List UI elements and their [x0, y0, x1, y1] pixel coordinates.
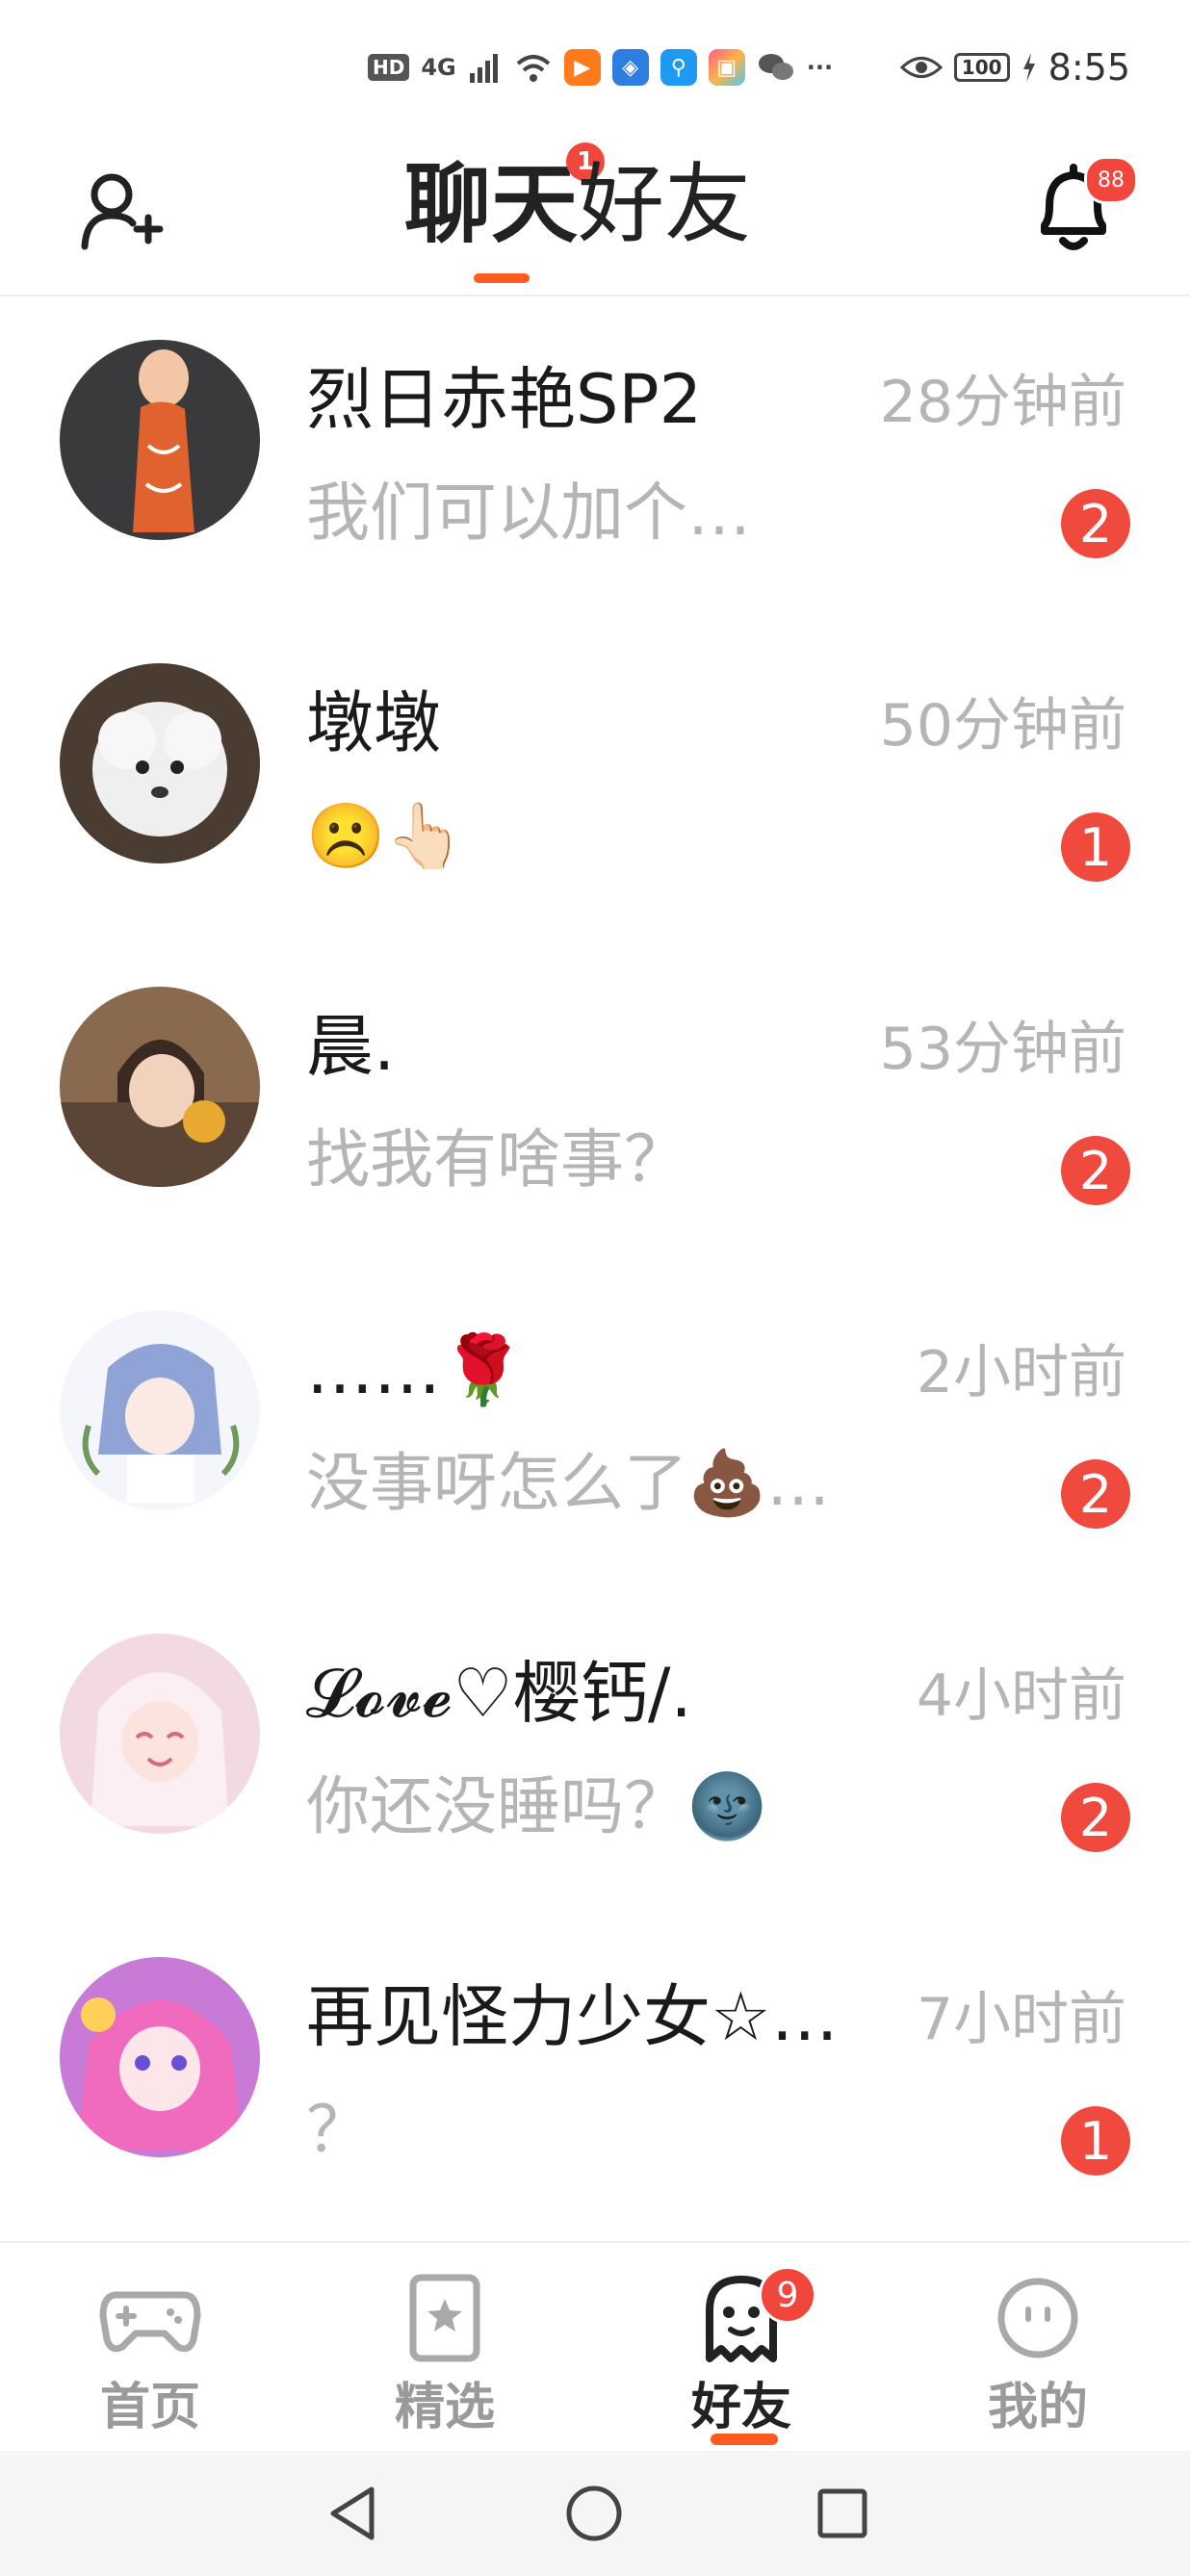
contact-name: 烈日赤艳SP2	[306, 360, 703, 439]
avatar[interactable]	[60, 663, 260, 863]
message-time: 2小时前	[916, 1339, 1126, 1406]
top-header: 聊天 1 好友 88	[0, 135, 1190, 296]
more-notifications: ···	[806, 54, 834, 81]
nav-featured[interactable]: 精选	[368, 2272, 522, 2438]
browser-app-icon: ◈	[611, 49, 649, 86]
message-time: 50分钟前	[879, 692, 1126, 760]
search-app-icon: ⚲	[660, 49, 697, 86]
contact-name: 再见怪力少女☆…	[306, 1977, 839, 2056]
unread-badge: 2	[1061, 1136, 1130, 1205]
clock: 8:55	[1048, 46, 1130, 89]
message-time: 53分钟前	[879, 1016, 1126, 1083]
status-icons-right: 100 8:55	[899, 42, 1130, 92]
last-message: ？	[306, 2093, 370, 2167]
avatar[interactable]	[60, 1310, 260, 1510]
last-message: 没事呀怎么了💩…	[306, 1446, 831, 1520]
nav-featured-label: 精选	[394, 2379, 495, 2436]
gamepad-icon	[99, 2291, 201, 2353]
wifi-icon	[516, 55, 551, 82]
video-app-icon: ▶	[563, 49, 601, 86]
chat-row[interactable]: 𝓛𝓸𝓿𝓮♡樱钙/. 4小时前 你还没睡吗？🌚 2	[0, 1590, 1190, 1914]
contact-name: 𝓛𝓸𝓿𝓮♡樱钙/.	[306, 1654, 692, 1733]
signal-bars-icon	[469, 54, 498, 83]
last-message: ☹️👆🏻	[306, 799, 465, 873]
contact-name: 墩墩	[306, 683, 441, 762]
last-message: 我们可以加个…	[306, 476, 751, 550]
unread-badge: 1	[1061, 2106, 1130, 2176]
active-nav-indicator	[711, 2434, 778, 2445]
unread-badge: 2	[1061, 489, 1130, 558]
friends-badge: 9	[759, 2266, 816, 2324]
last-message: 找我有啥事？	[306, 1122, 687, 1197]
battery-level: 100	[953, 53, 1010, 82]
status-icons-left: HD 4G ▶ ◈ ⚲ ▣ ···	[368, 46, 833, 89]
status-bar: HD 4G ▶ ◈ ⚲ ▣ ··· 100 8:55	[0, 0, 1190, 135]
bottom-navigation: 首页 精选 9 好友 我的	[0, 2241, 1190, 2451]
nav-friends[interactable]: 9 好友	[664, 2266, 818, 2445]
nav-home[interactable]: 首页	[73, 2272, 227, 2438]
smiley-face-icon	[997, 2278, 1078, 2358]
chat-row[interactable]: 烈日赤艳SP2 28分钟前 我们可以加个… 2	[0, 296, 1190, 620]
contact-name: 晨.	[306, 1007, 396, 1086]
active-tab-indicator	[474, 273, 530, 283]
avatar[interactable]	[60, 987, 260, 1187]
hd-indicator: HD	[368, 54, 410, 81]
avatar[interactable]	[60, 1634, 260, 1834]
recents-icon[interactable]	[809, 2480, 876, 2547]
last-message: 你还没睡吗？🌚	[306, 1769, 767, 1843]
wechat-icon	[758, 54, 793, 80]
eye-comfort-icon	[899, 57, 943, 78]
avatar[interactable]	[60, 340, 260, 540]
star-bookmark-icon	[409, 2274, 480, 2362]
tab-friends-label: 好友	[578, 154, 751, 255]
unread-badge: 1	[1061, 812, 1130, 882]
nav-mine-label: 我的	[987, 2379, 1088, 2436]
chat-row[interactable]: ……🌹 2小时前 没事呀怎么了💩… 2	[0, 1267, 1190, 1590]
chat-row[interactable]: 墩墩 50分钟前 ☹️👆🏻 1	[0, 620, 1190, 943]
nav-mine[interactable]: 我的	[961, 2272, 1115, 2438]
tab-chat-label: 聊天	[404, 154, 578, 255]
add-friend-icon[interactable]	[77, 166, 164, 252]
message-time: 4小时前	[916, 1662, 1126, 1730]
notification-badge: 88	[1084, 156, 1138, 204]
charging-icon	[1022, 53, 1035, 82]
nav-friends-label: 好友	[690, 2379, 791, 2436]
tab-friends[interactable]: 好友	[578, 152, 751, 258]
avatar[interactable]	[60, 1957, 260, 2157]
system-navigation-bar	[0, 2451, 1190, 2576]
header-tabs: 聊天 1 好友	[404, 142, 751, 283]
back-icon[interactable]	[318, 2480, 385, 2547]
message-time: 28分钟前	[879, 369, 1126, 436]
gallery-app-icon: ▣	[708, 49, 745, 86]
tab-chat[interactable]: 聊天 1	[404, 142, 605, 283]
chat-list: 烈日赤艳SP2 28分钟前 我们可以加个… 2 墩墩 50分钟前 ☹️👆🏻 1	[0, 296, 1190, 2237]
signal-indicator: 4G	[421, 54, 456, 81]
chat-row[interactable]: 再见怪力少女☆… 7小时前 ？ 1	[0, 1914, 1190, 2237]
nav-home-label: 首页	[99, 2379, 200, 2436]
contact-name: ……🌹	[306, 1330, 526, 1409]
chat-row[interactable]: 晨. 53分钟前 找我有啥事？ 2	[0, 943, 1190, 1267]
message-time: 7小时前	[916, 1986, 1126, 2053]
unread-badge: 2	[1061, 1783, 1130, 1852]
home-icon[interactable]	[560, 2480, 628, 2547]
unread-badge: 2	[1061, 1459, 1130, 1529]
